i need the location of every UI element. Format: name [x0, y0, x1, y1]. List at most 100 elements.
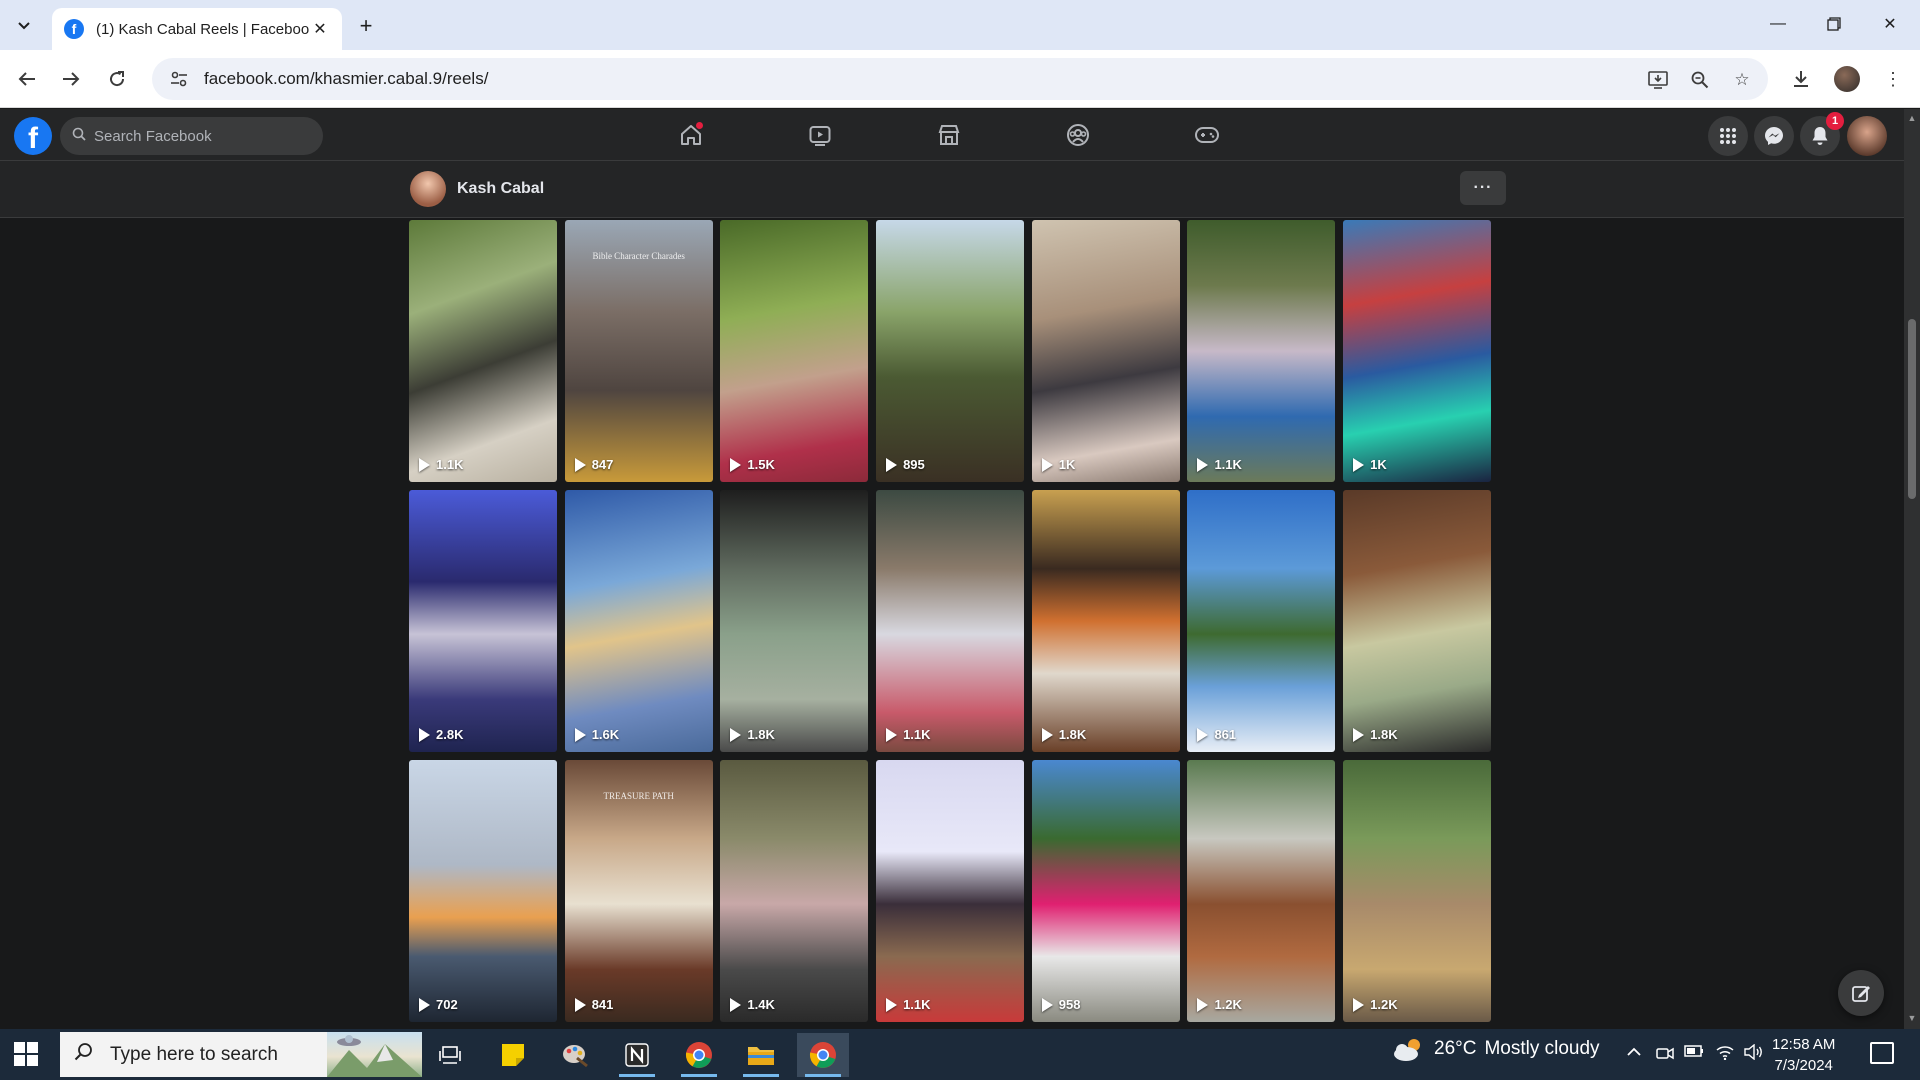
- profile-owner-avatar[interactable]: [410, 171, 446, 207]
- browser-tab-active[interactable]: f (1) Kash Cabal Reels | Facebook ✕: [52, 8, 342, 50]
- reel-thumbnail[interactable]: 1.8K: [1031, 490, 1180, 752]
- reel-caption-overlay: TREASURE PATH: [603, 791, 674, 802]
- reel-view-count: 1.2K: [1197, 997, 1242, 1012]
- reel-thumbnail[interactable]: 1.4K: [720, 760, 869, 1022]
- scroll-up-arrow-icon[interactable]: ▲: [1906, 113, 1918, 125]
- reel-thumbnail[interactable]: 861: [1187, 490, 1336, 752]
- play-icon: [1197, 457, 1209, 472]
- menu-grid-icon[interactable]: [1708, 116, 1748, 156]
- nav-groups-icon[interactable]: [1058, 115, 1098, 155]
- battery-icon[interactable]: [1684, 1044, 1704, 1062]
- reel-thumbnail[interactable]: 1.2K: [1343, 760, 1492, 1022]
- reel-view-count: 1K: [1353, 457, 1387, 472]
- minimize-window-button[interactable]: —: [1758, 10, 1798, 38]
- play-icon: [730, 727, 742, 742]
- sticky-notes-app-icon[interactable]: [487, 1033, 539, 1077]
- address-bar[interactable]: facebook.com/khasmier.cabal.9/reels/ ☆: [152, 58, 1768, 100]
- close-window-button[interactable]: ✕: [1870, 10, 1910, 38]
- reel-view-count: 2.8K: [419, 727, 463, 742]
- reel-thumbnail[interactable]: Bible Character Charades 847: [564, 220, 713, 482]
- new-message-compose-icon[interactable]: [1838, 970, 1884, 1016]
- notion-app-icon[interactable]: [611, 1033, 663, 1077]
- play-icon: [730, 457, 742, 472]
- scroll-down-arrow-icon[interactable]: ▼: [1906, 1013, 1918, 1025]
- forward-arrow-icon[interactable]: [56, 64, 86, 94]
- reel-thumbnail[interactable]: 1.5K: [720, 220, 869, 482]
- task-view-icon[interactable]: [424, 1033, 476, 1077]
- messenger-icon[interactable]: [1754, 116, 1794, 156]
- reel-view-count: 1.1K: [886, 727, 931, 742]
- play-icon: [730, 997, 742, 1012]
- facebook-search-box[interactable]: [60, 117, 323, 155]
- restore-window-button[interactable]: [1814, 10, 1854, 38]
- windows-start-icon[interactable]: [14, 1042, 38, 1066]
- reel-thumbnail[interactable]: TREASURE PATH 841: [564, 760, 713, 1022]
- reel-thumbnail[interactable]: 958: [1031, 760, 1180, 1022]
- browser-toolbar: facebook.com/khasmier.cabal.9/reels/ ☆ ⋮: [0, 50, 1920, 108]
- facebook-logo-icon[interactable]: f: [14, 117, 52, 155]
- meet-now-icon[interactable]: [1656, 1044, 1674, 1066]
- chrome-menu-icon[interactable]: ⋮: [1878, 64, 1908, 94]
- nav-video-icon[interactable]: [800, 115, 840, 155]
- reel-thumbnail[interactable]: 1.8K: [1343, 490, 1492, 752]
- reel-thumbnail[interactable]: 1K: [1343, 220, 1492, 482]
- facebook-search-input[interactable]: [94, 127, 294, 145]
- facebook-favicon-icon: f: [64, 19, 84, 39]
- reel-thumbnail[interactable]: 895: [876, 220, 1025, 482]
- nav-home-icon[interactable]: [671, 115, 711, 155]
- chrome-profile-avatar[interactable]: [1832, 64, 1862, 94]
- reel-view-count: 861: [1197, 727, 1236, 742]
- nav-marketplace-icon[interactable]: [929, 115, 969, 155]
- paint-app-icon[interactable]: [549, 1033, 601, 1077]
- more-options-button[interactable]: ···: [1460, 171, 1506, 205]
- reel-view-count: 841: [574, 997, 614, 1012]
- reel-thumbnail[interactable]: 1.1K: [1187, 220, 1336, 482]
- reel-view-count: 1.1K: [886, 997, 931, 1012]
- weather-widget[interactable]: 26°C Mostly cloudy: [1392, 1037, 1600, 1061]
- new-tab-button[interactable]: +: [352, 12, 380, 40]
- home-unread-dot: [696, 122, 703, 129]
- wifi-icon[interactable]: [1716, 1044, 1734, 1064]
- chrome-app-icon[interactable]: [673, 1033, 725, 1077]
- file-explorer-app-icon[interactable]: [735, 1033, 787, 1077]
- windows-taskbar: Type here to search 26°C Mostly cloudy 1…: [0, 1029, 1920, 1080]
- reel-thumbnail[interactable]: 2.8K: [409, 490, 557, 752]
- reload-icon[interactable]: [102, 64, 132, 94]
- show-hidden-icons-chevron-icon[interactable]: [1626, 1044, 1642, 1061]
- reel-thumbnail[interactable]: 702: [409, 760, 557, 1022]
- taskbar-clock[interactable]: 12:58 AM 7/3/2024: [1772, 1034, 1835, 1076]
- bookmark-star-icon[interactable]: ☆: [1730, 68, 1754, 92]
- site-info-icon[interactable]: [168, 68, 190, 90]
- back-arrow-icon[interactable]: [12, 64, 42, 94]
- taskbar-search-box[interactable]: Type here to search: [60, 1032, 422, 1077]
- reel-thumbnail[interactable]: 1.1K: [876, 760, 1025, 1022]
- reel-thumbnail[interactable]: 1.1K: [409, 220, 557, 482]
- action-center-icon[interactable]: [1870, 1042, 1894, 1064]
- reel-thumbnail[interactable]: 1.2K: [1187, 760, 1336, 1022]
- reel-view-count: 1.4K: [730, 997, 775, 1012]
- nav-gaming-icon[interactable]: [1187, 115, 1227, 155]
- reel-thumbnail[interactable]: 1K: [1031, 220, 1180, 482]
- tab-search-chevron-icon[interactable]: [10, 12, 38, 40]
- downloads-icon[interactable]: [1786, 64, 1816, 94]
- view-count-text: 841: [591, 997, 614, 1012]
- scrollbar-thumb[interactable]: [1908, 319, 1916, 499]
- volume-icon[interactable]: [1744, 1043, 1764, 1064]
- notification-count-badge: 1: [1826, 112, 1844, 130]
- notifications-bell-icon[interactable]: 1: [1800, 112, 1844, 156]
- tab-title: (1) Kash Cabal Reels | Facebook: [96, 20, 310, 38]
- reel-thumbnail[interactable]: 1.6K: [564, 490, 713, 752]
- reel-thumbnail[interactable]: 1.8K: [720, 490, 869, 752]
- install-app-icon[interactable]: [1646, 68, 1670, 92]
- play-icon: [886, 997, 898, 1012]
- zoom-icon[interactable]: [1688, 68, 1712, 92]
- account-avatar[interactable]: [1847, 116, 1887, 156]
- tab-close-icon[interactable]: ✕: [310, 19, 330, 39]
- page-scrollbar[interactable]: ▲ ▼: [1904, 109, 1920, 1029]
- search-icon: [72, 127, 86, 145]
- profile-owner-name[interactable]: Kash Cabal: [457, 180, 544, 198]
- chrome-window-app-icon[interactable]: [797, 1033, 849, 1077]
- reel-view-count: 1.2K: [1353, 997, 1398, 1012]
- view-count-text: 1.4K: [747, 997, 775, 1012]
- reel-thumbnail[interactable]: 1.1K: [876, 490, 1025, 752]
